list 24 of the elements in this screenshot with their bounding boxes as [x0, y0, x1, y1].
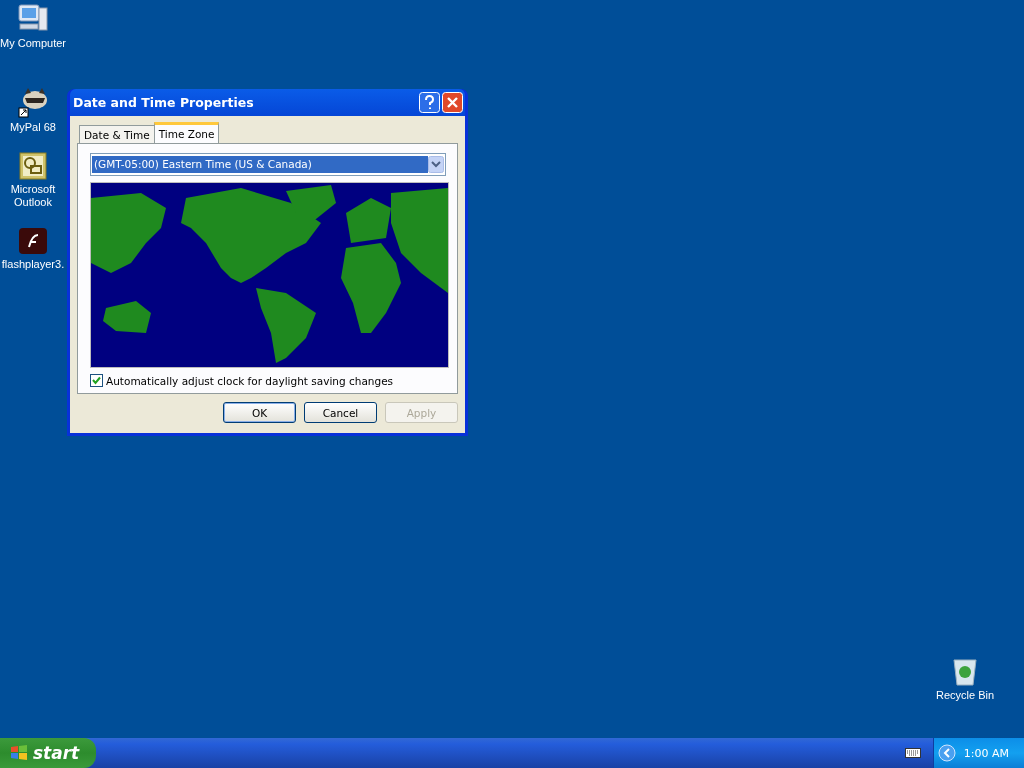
- recycle-bin-icon[interactable]: [951, 656, 980, 686]
- checkbox[interactable]: [90, 374, 103, 387]
- timezone-dropdown[interactable]: (GMT-05:00) Eastern Time (US & Canada): [90, 153, 446, 176]
- tab[interactable]: Time Zone: [153, 122, 220, 143]
- desktop-icon-label[interactable]: MyPal 68: [10, 121, 56, 134]
- desktop-icon-label[interactable]: My Computer: [0, 37, 66, 50]
- dialog-button[interactable]: OK: [223, 402, 296, 423]
- close-button[interactable]: [442, 92, 463, 113]
- start-button[interactable]: start: [0, 738, 96, 768]
- flash-icon[interactable]: [18, 227, 48, 255]
- tab[interactable]: Date & Time: [79, 125, 155, 143]
- windows-flag-icon: [10, 744, 28, 762]
- raccoon-icon[interactable]: [17, 86, 49, 118]
- checkbox-label[interactable]: Automatically adjust clock for daylight saving changes: [106, 374, 394, 387]
- dialog-button[interactable]: Cancel: [304, 402, 377, 423]
- help-button[interactable]: [419, 92, 440, 113]
- desktop-icon-label[interactable]: flashplayer3.: [1, 258, 65, 271]
- desktop-icon-label[interactable]: Recycle Bin: [936, 689, 995, 702]
- computer-icon[interactable]: [17, 2, 49, 34]
- keyboard-icon[interactable]: [904, 748, 921, 758]
- outlook-icon[interactable]: [19, 152, 47, 180]
- window-title: Date and Time Properties: [73, 95, 254, 110]
- desktop-icon-label[interactable]: Microsoft Outlook: [3, 183, 63, 209]
- chevron-left-icon[interactable]: [937, 744, 956, 762]
